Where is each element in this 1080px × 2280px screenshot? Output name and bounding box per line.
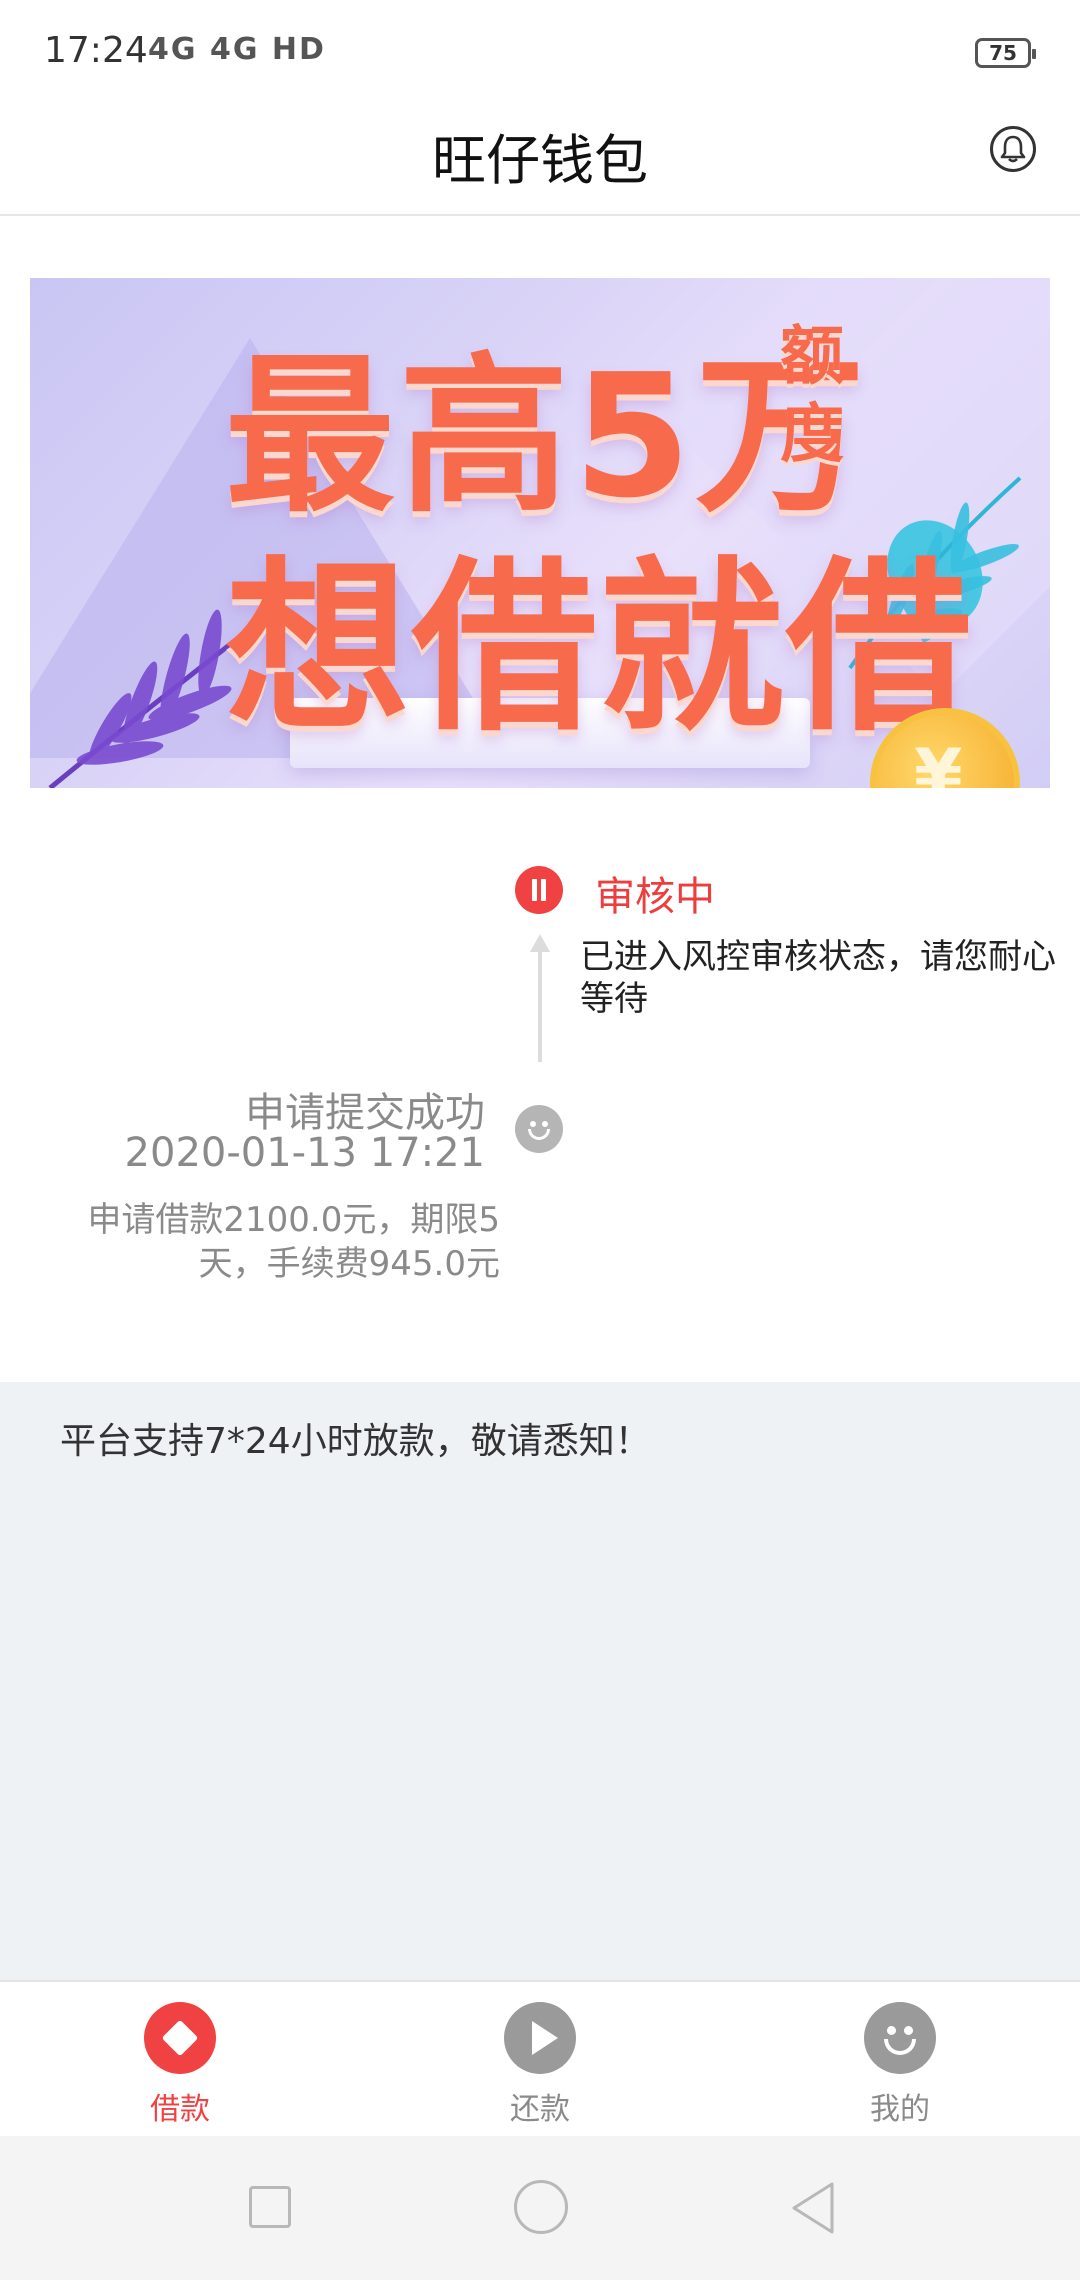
tab-mine-label[interactable]: 我的 (720, 2084, 1080, 2128)
pause-icon (515, 866, 563, 914)
notice-panel: 平台支持7*24小时放款，敬请悉知！ (0, 1382, 1080, 1980)
banner-side-text: 额度 (780, 320, 844, 472)
signal-icon: 4G 4G HD (148, 32, 326, 67)
banner-subheadline: 想借就借 (225, 540, 973, 756)
app-header: 旺仔钱包 (0, 100, 1080, 216)
bottom-nav: 借款 还款 我的 (0, 1980, 1080, 2136)
bell-icon[interactable] (990, 126, 1036, 172)
timeline-connector (538, 950, 542, 1062)
recent-apps-icon[interactable] (249, 2186, 291, 2228)
tab-repay-label[interactable]: 还款 (360, 2084, 720, 2128)
tab-borrow-label[interactable]: 借款 (0, 2084, 360, 2128)
back-icon[interactable] (788, 2180, 838, 2236)
status-bar: 17:24 4G 4G HD 75 (0, 0, 1080, 100)
status-time: 17:24 (44, 30, 148, 71)
system-nav-bar (0, 2136, 1080, 2280)
page-title: 旺仔钱包 (432, 129, 648, 192)
review-status-description: 已进入风控审核状态，请您耐心等待 (580, 937, 1056, 1019)
promo-banner[interactable]: 最高5万 额度 想借就借 ¥ (30, 278, 1050, 788)
loan-detail: 申请借款2100.0元，期限5天，手续费945.0元 (87, 1200, 500, 1284)
notice-text: 平台支持7*24小时放款，敬请悉知！ (60, 1421, 651, 1462)
smiley-icon (515, 1105, 563, 1153)
home-icon[interactable] (514, 2180, 568, 2234)
submit-timestamp: 2020-01-13 17:21 (124, 1130, 485, 1176)
review-status-title: 审核中 (595, 874, 715, 920)
coin-symbol: ¥ (914, 734, 963, 788)
battery-icon: 75 (975, 38, 1036, 68)
